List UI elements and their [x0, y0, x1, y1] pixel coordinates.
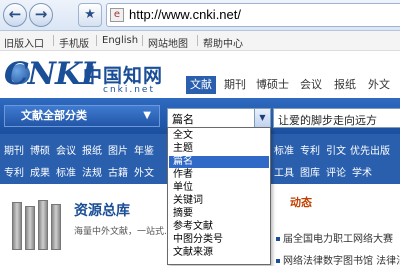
back-arrow-icon[interactable]: ←	[3, 3, 27, 27]
site-top-links: 旧版入口 手机版 English 网站地图 帮助中心	[0, 31, 400, 51]
link-old-version[interactable]: 旧版入口	[4, 35, 44, 50]
bullet-icon	[276, 259, 280, 263]
subject-item[interactable]: 期刊	[4, 142, 24, 157]
subject-item[interactable]: 引文	[326, 142, 346, 157]
tab-foreign[interactable]: 外文	[364, 76, 394, 94]
address-text[interactable]: http://www.cnki.net/	[129, 7, 241, 22]
book-spine	[25, 206, 35, 250]
forward-arrow-icon[interactable]: →	[29, 3, 53, 27]
link-mobile[interactable]: 手机版	[59, 35, 89, 50]
subject-item[interactable]: 图库	[300, 164, 320, 179]
dropdown-option-clc[interactable]: 中图分类号	[169, 234, 269, 246]
news-item-text: 届全国电力职工网络大赛	[283, 234, 393, 245]
search-input[interactable]: 让爱的脚步走向远方	[273, 108, 400, 128]
logo-brand[interactable]: CNKI	[4, 56, 95, 92]
dropdown-option-keyword[interactable]: 关键词	[169, 195, 269, 207]
tab-literature[interactable]: 文献	[186, 76, 216, 94]
category-label: 文献全部分类	[21, 109, 87, 122]
page-icon: e	[110, 8, 124, 22]
subject-item[interactable]: 会议	[56, 142, 76, 157]
subject-item[interactable]: 博硕	[30, 142, 50, 157]
tab-journal[interactable]: 期刊	[220, 76, 250, 94]
dropdown-arrow-icon[interactable]: ▼	[254, 109, 270, 127]
subject-item[interactable]: 报纸	[82, 142, 102, 157]
divider	[53, 35, 54, 46]
search-field-dropdown[interactable]: 全文 主题 篇名 作者 单位 关键词 摘要 参考文献 中图分类号 文献来源	[167, 127, 271, 265]
subject-item[interactable]: 专利	[4, 164, 24, 179]
dropdown-option-references[interactable]: 参考文献	[169, 221, 269, 233]
logo-domain: cnki.net	[103, 85, 155, 95]
news-item[interactable]: 届全国电力职工网络大赛	[276, 230, 393, 245]
divider	[142, 35, 143, 46]
book-spine	[38, 200, 48, 250]
tab-newspaper[interactable]: 报纸	[330, 76, 360, 94]
dropdown-option-author[interactable]: 作者	[169, 169, 269, 181]
news-title: 动态	[290, 196, 312, 209]
link-sitemap[interactable]: 网站地图	[148, 35, 188, 50]
subject-item[interactable]: 标准	[56, 164, 76, 179]
category-button[interactable]: 文献全部分类 ▼	[4, 105, 160, 127]
dropdown-option-subject[interactable]: 主题	[169, 143, 269, 155]
link-help[interactable]: 帮助中心	[203, 35, 243, 50]
browser-toolbar: ← → ★ e http://www.cnki.net/	[0, 0, 400, 31]
book-spine	[12, 202, 22, 250]
book-spine	[51, 204, 61, 250]
tab-conference[interactable]: 会议	[296, 76, 326, 94]
subject-item[interactable]: 年鉴	[134, 142, 154, 157]
dropdown-option-affiliation[interactable]: 单位	[169, 182, 269, 194]
address-bar[interactable]: e http://www.cnki.net/	[106, 3, 400, 27]
logo-chinese-name: 中国知网	[83, 65, 164, 87]
resource-desc: 海量中外文献，一站式...	[74, 227, 173, 237]
subject-item[interactable]: 外文	[134, 164, 154, 179]
search-field-value: 篇名	[172, 113, 194, 126]
subject-item[interactable]: 标准	[274, 142, 294, 157]
browser-window: ← → ★ e http://www.cnki.net/ 旧版入口 手机版 En…	[0, 0, 400, 266]
bullet-icon	[276, 237, 280, 241]
books-icon	[10, 198, 64, 250]
resource-title[interactable]: 资源总库	[74, 200, 130, 220]
subject-item[interactable]: 专利	[300, 142, 320, 157]
link-english[interactable]: English	[102, 35, 138, 46]
dropdown-option-title[interactable]: 篇名	[169, 156, 269, 168]
dropdown-option-fulltext[interactable]: 全文	[169, 130, 269, 142]
divider	[197, 35, 198, 46]
divider	[96, 35, 97, 46]
search-field-select[interactable]: 篇名 ▼	[167, 108, 271, 128]
tab-thesis[interactable]: 博硕士	[252, 76, 293, 94]
dropdown-option-abstract[interactable]: 摘要	[169, 208, 269, 220]
subject-item[interactable]: 工具	[274, 164, 294, 179]
subject-item[interactable]: 优先出版	[350, 142, 390, 157]
chevron-down-icon: ▼	[143, 110, 151, 121]
news-item-text: 网络法律数字图书馆 法律法规	[283, 256, 400, 266]
star-icon[interactable]: ★	[78, 3, 102, 27]
subject-item[interactable]: 成果	[30, 164, 50, 179]
subject-item[interactable]: 法规	[82, 164, 102, 179]
subject-item[interactable]: 评论	[326, 164, 346, 179]
dropdown-option-source[interactable]: 文献来源	[169, 247, 269, 259]
subject-item[interactable]: 学术	[352, 164, 372, 179]
subject-item[interactable]: 古籍	[108, 164, 128, 179]
subject-item[interactable]: 图片	[108, 142, 128, 157]
news-item[interactable]: 网络法律数字图书馆 法律法规	[276, 252, 400, 266]
